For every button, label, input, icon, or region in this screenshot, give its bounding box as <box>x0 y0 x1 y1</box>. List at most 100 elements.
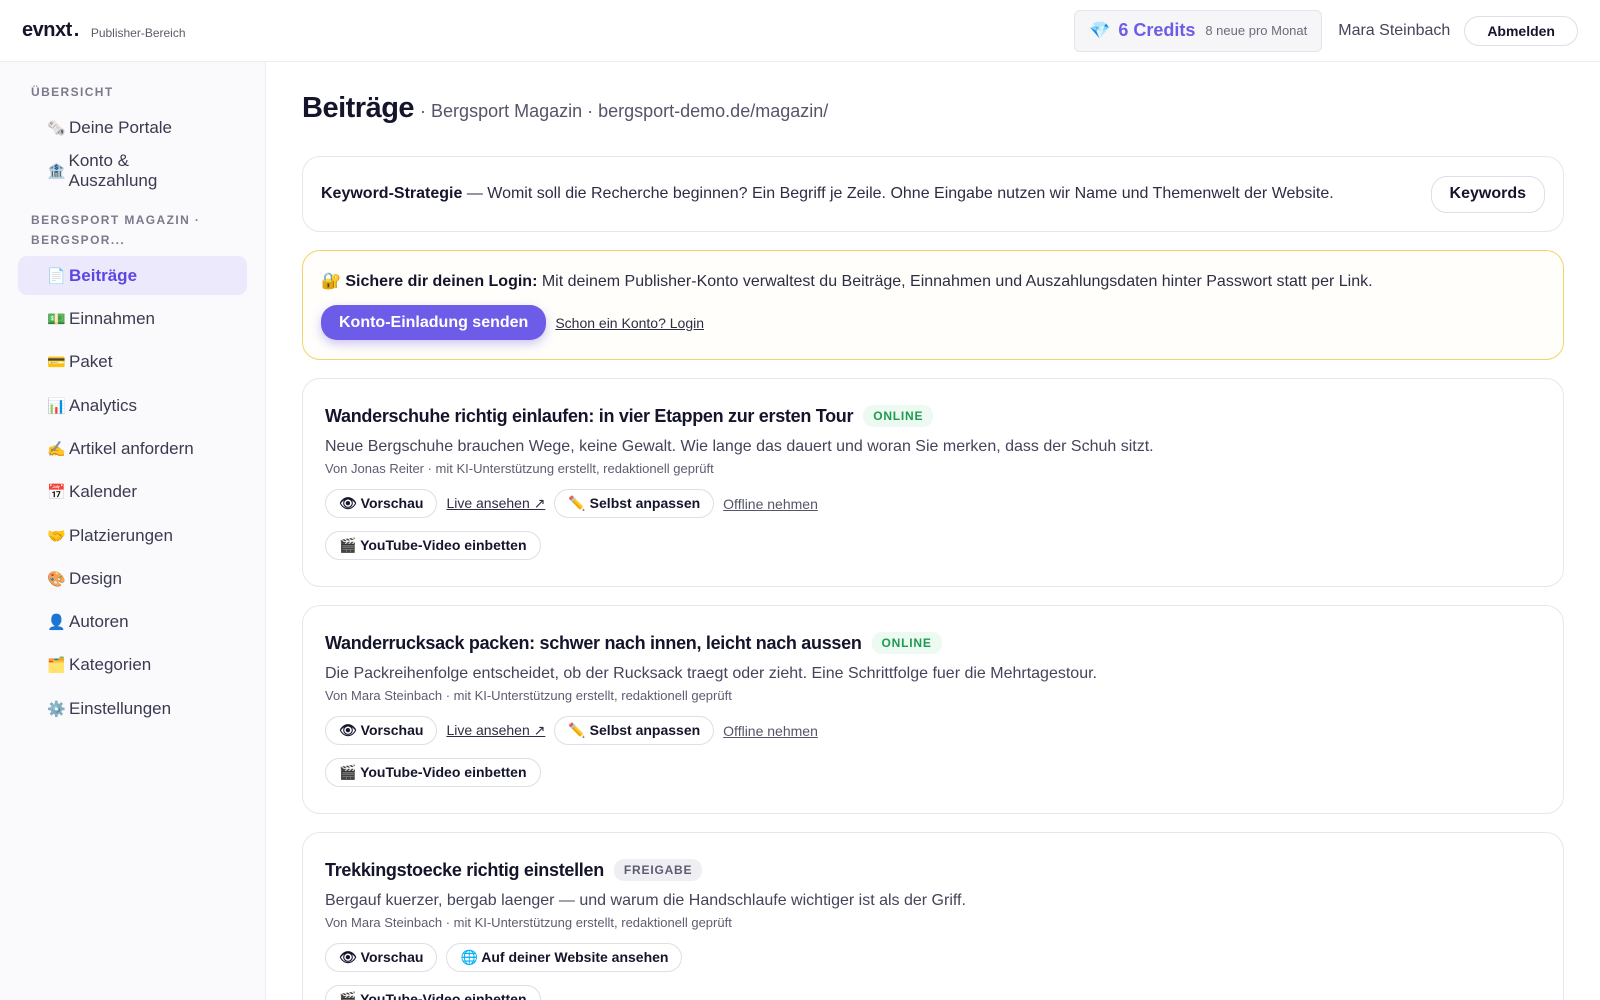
main-content: Beiträge · Bergsport Magazin · bergsport… <box>302 62 1564 1000</box>
sidebar-item-portale[interactable]: 🗞️ Deine Portale <box>18 108 247 147</box>
credits-box[interactable]: 💎 6 Credits 8 neue pro Monat <box>1074 9 1323 52</box>
gem-icon: 💎 <box>1089 20 1111 40</box>
preview-button[interactable]: 👁 Vorschau <box>325 943 438 972</box>
sidebar-item-platzierungen[interactable]: 🤝 Platzierungen <box>18 516 247 555</box>
status-badge: FREIGABE <box>613 859 703 881</box>
sidebar-item-label: Deine Portale <box>69 117 173 137</box>
page-header: Beiträge · Bergsport Magazin · bergsport… <box>302 92 1564 132</box>
secure-login-text: 🔐 Sichere dir deinen Login: Mit deinem P… <box>321 273 1373 290</box>
palette-icon: 🎨 <box>47 570 66 588</box>
secure-login-label: Sichere dir deinen Login: <box>345 273 538 290</box>
post-description: Bergauf kuerzer, bergab laenger — und wa… <box>325 892 966 909</box>
logout-button[interactable]: Abmelden <box>1464 15 1578 46</box>
top-bar: evnxt. Publisher-Bereich 💎 6 Credits 8 n… <box>0 0 1600 62</box>
post-card: Wanderschuhe richtig einlaufen: in vier … <box>302 378 1564 587</box>
sidebar-item-label: Beiträge <box>69 265 138 285</box>
sidebar-item-label: Kalender <box>69 482 138 502</box>
gear-icon: ⚙️ <box>47 700 66 718</box>
post-description: Neue Bergschuhe brauchen Wege, keine Gew… <box>325 438 1154 455</box>
take-offline-link[interactable]: Offline nehmen <box>723 723 818 739</box>
keyword-strategy-label: Keyword-Strategie <box>321 185 463 202</box>
keyword-strategy-card: Keyword-Strategie — Womit soll die Reche… <box>302 156 1564 232</box>
sidebar-item-einnahmen[interactable]: 💵 Einnahmen <box>18 300 247 339</box>
newspaper-icon: 🗞️ <box>47 119 66 137</box>
sidebar-item-label: Paket <box>69 352 113 372</box>
page-title: Beiträge <box>302 92 415 124</box>
top-right-group: 💎 6 Credits 8 neue pro Monat Mara Steinb… <box>1074 9 1578 52</box>
page-subtitle: · Bergsport Magazin · bergsport-demo.de/… <box>420 101 829 121</box>
sidebar-item-analytics[interactable]: 📊 Analytics <box>18 386 247 425</box>
login-link[interactable]: Schon ein Konto? Login <box>555 315 704 331</box>
post-header: Wanderrucksack packen: schwer nach innen… <box>325 630 1541 656</box>
sidebar-item-konto[interactable]: 🏦 Konto & Auszahlung <box>18 151 247 190</box>
folder-icon: 🗂️ <box>47 657 66 675</box>
post-actions-secondary: 🎬 YouTube-Video einbetten <box>325 985 1541 1000</box>
credits-value: 6 Credits <box>1118 20 1196 40</box>
youtube-embed-button[interactable]: 🎬 YouTube-Video einbetten <box>325 531 541 560</box>
youtube-embed-button[interactable]: 🎬 YouTube-Video einbetten <box>325 985 541 1000</box>
preview-button[interactable]: 👁 Vorschau <box>325 489 438 518</box>
sidebar-section-site: BERGSPORT MAGAZIN · BERGSPOR... <box>31 213 201 248</box>
keywords-button[interactable]: Keywords <box>1430 175 1545 213</box>
sidebar-item-label: Platzierungen <box>69 525 173 545</box>
sidebar-item-design[interactable]: 🎨 Design <box>18 559 247 598</box>
secure-login-card: 🔐 Sichere dir deinen Login: Mit deinem P… <box>302 250 1564 360</box>
post-title[interactable]: Wanderrucksack packen: schwer nach innen… <box>325 633 862 654</box>
credits-note: 8 neue pro Monat <box>1205 23 1308 38</box>
area-subtitle: Publisher-Bereich <box>90 25 186 40</box>
sidebar-item-einstellungen[interactable]: ⚙️ Einstellungen <box>18 689 247 728</box>
sidebar-item-paket[interactable]: 💳 Paket <box>18 343 247 382</box>
sidebar-item-label: Artikel anfordern <box>69 438 194 458</box>
credit-card-icon: 💳 <box>47 354 66 372</box>
status-badge: ONLINE <box>863 405 934 427</box>
bar-chart-icon: 📊 <box>47 397 66 415</box>
lock-key-icon: 🔐 <box>321 273 341 290</box>
post-meta: Von Mara Steinbach · mit KI-Unterstützun… <box>325 688 732 703</box>
post-title[interactable]: Wanderschuhe richtig einlaufen: in vier … <box>325 406 853 427</box>
sidebar-item-beitraege[interactable]: 📄 Beiträge <box>18 256 247 296</box>
post-header: Wanderschuhe richtig einlaufen: in vier … <box>325 403 1541 429</box>
logo[interactable]: evnxt. <box>22 19 79 42</box>
view-on-website-button[interactable]: 🌐 Auf deiner Website ansehen <box>446 943 683 972</box>
sidebar-section-overview: ÜBERSICHT <box>31 85 114 99</box>
post-actions-secondary: 🎬 YouTube-Video einbetten <box>325 531 1541 560</box>
sidebar-item-label: Konto & Auszahlung <box>68 150 158 190</box>
post-meta: Von Jonas Reiter · mit KI-Unterstützung … <box>325 461 714 476</box>
send-invite-button[interactable]: Konto-Einladung senden <box>321 305 547 340</box>
preview-button[interactable]: 👁 Vorschau <box>325 716 438 745</box>
money-icon: 💵 <box>47 311 66 329</box>
writing-hand-icon: ✍️ <box>47 440 66 458</box>
post-description: Die Packreihenfolge entscheidet, ob der … <box>325 665 1097 682</box>
sidebar: ÜBERSICHT 🗞️ Deine Portale 🏦 Konto & Ausza… <box>0 62 266 1000</box>
sidebar-item-label: Einstellungen <box>69 698 172 718</box>
sidebar-item-label: Kategorien <box>69 655 152 675</box>
post-title[interactable]: Trekkingstoecke richtig einstellen <box>325 860 604 881</box>
sidebar-item-kalender[interactable]: 📅 Kalender <box>18 473 247 512</box>
youtube-embed-button[interactable]: 🎬 YouTube-Video einbetten <box>325 758 541 787</box>
user-name: Mara Steinbach <box>1338 21 1451 39</box>
handshake-icon: 🤝 <box>47 527 66 545</box>
sidebar-item-label: Autoren <box>69 612 129 632</box>
take-offline-link[interactable]: Offline nehmen <box>723 496 818 512</box>
post-meta: Von Mara Steinbach · mit KI-Unterstützun… <box>325 915 732 930</box>
status-badge: ONLINE <box>871 632 942 654</box>
keyword-strategy-text: Keyword-Strategie — Womit soll die Reche… <box>321 185 1334 202</box>
sidebar-item-kategorien[interactable]: 🗂️ Kategorien <box>18 646 247 685</box>
edit-button[interactable]: ✏️ Selbst anpassen <box>554 489 715 518</box>
post-header: Trekkingstoecke richtig einstellen FREIG… <box>325 857 1541 883</box>
document-icon: 📄 <box>47 267 66 285</box>
secure-login-actions: Konto-Einladung senden Schon ein Konto? … <box>321 305 1545 340</box>
sidebar-item-label: Design <box>69 568 122 588</box>
edit-button[interactable]: ✏️ Selbst anpassen <box>554 716 715 745</box>
sidebar-item-artikel-anfordern[interactable]: ✍️ Artikel anfordern <box>18 429 247 468</box>
bank-icon: 🏦 <box>47 162 66 180</box>
calendar-icon: 📅 <box>47 484 66 502</box>
live-view-link[interactable]: Live ansehen ↗ <box>446 722 545 739</box>
post-actions: 👁 Vorschau Live ansehen ↗ ✏️ Selbst anpa… <box>325 489 1541 518</box>
post-card: Trekkingstoecke richtig einstellen FREIG… <box>302 832 1564 1000</box>
post-actions: 👁 Vorschau Live ansehen ↗ ✏️ Selbst anpa… <box>325 716 1541 745</box>
sidebar-item-autoren[interactable]: 👤 Autoren <box>18 603 247 642</box>
post-actions-secondary: 🎬 YouTube-Video einbetten <box>325 758 1541 787</box>
user-icon: 👤 <box>47 614 66 632</box>
live-view-link[interactable]: Live ansehen ↗ <box>446 495 545 512</box>
